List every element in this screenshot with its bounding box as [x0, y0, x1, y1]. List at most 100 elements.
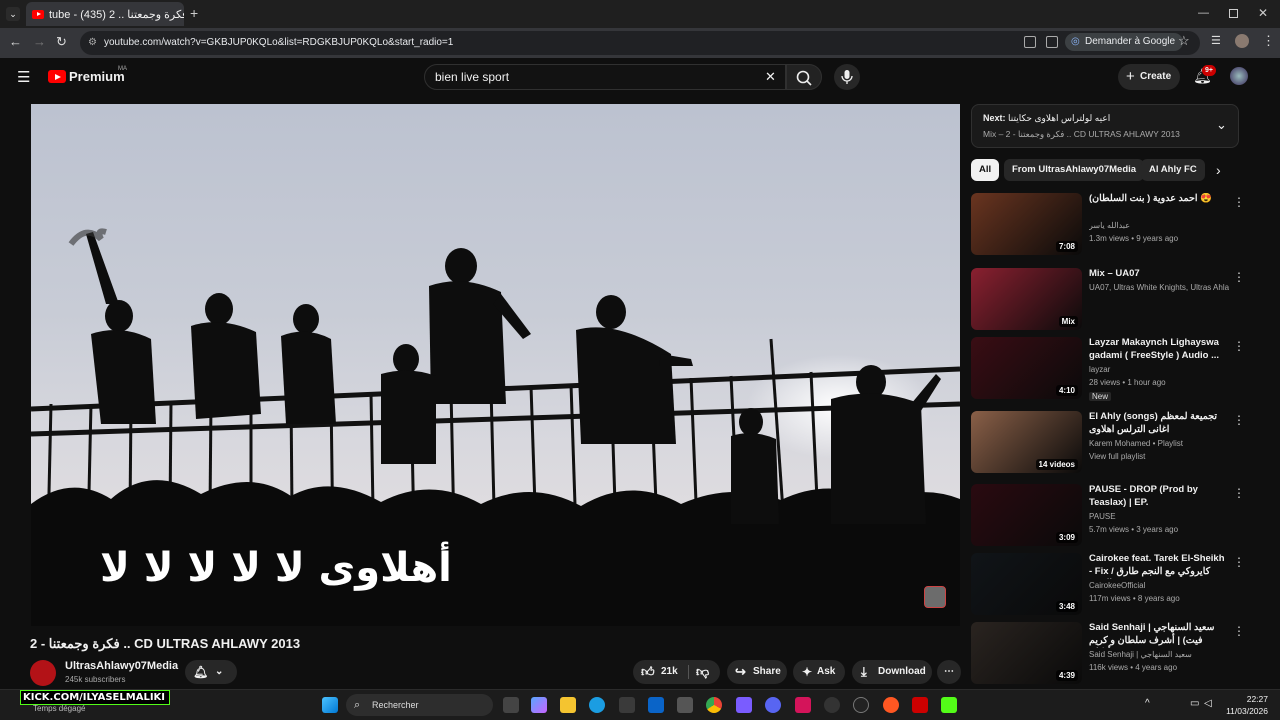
outlook-icon[interactable]: [648, 697, 664, 713]
close-window-icon[interactable]: ✕: [1258, 6, 1268, 20]
reading-list-icon[interactable]: ☰: [1211, 34, 1221, 47]
more-vertical-icon[interactable]: ⋮: [1233, 624, 1245, 638]
more-vertical-icon[interactable]: ⋮: [1233, 555, 1245, 569]
app-icon-3[interactable]: [795, 697, 811, 713]
youtube-premium-label[interactable]: Premium: [69, 69, 125, 84]
maximize-icon[interactable]: [1229, 9, 1238, 18]
new-tab-icon[interactable]: +: [190, 5, 198, 21]
recommendation-title[interactable]: El Ahly (songs) تجميعة لمعظم اغانى الترل…: [1089, 411, 1229, 436]
more-vertical-icon[interactable]: ⋮: [1233, 270, 1245, 284]
bookmark-star-icon[interactable]: ☆: [1178, 33, 1190, 49]
discord-icon[interactable]: [765, 697, 781, 713]
app-icon[interactable]: [677, 697, 693, 713]
more-actions-button[interactable]: ⋯: [937, 660, 961, 684]
more-vertical-icon[interactable]: ⋮: [1233, 486, 1245, 500]
dislike-icon[interactable]: 👎︎: [696, 660, 709, 684]
chip-all[interactable]: All: [971, 159, 1000, 181]
video-thumbnail[interactable]: Mix: [971, 268, 1082, 330]
video-thumbnail[interactable]: 3:09: [971, 484, 1082, 546]
clear-search-icon[interactable]: ✕: [765, 65, 776, 89]
channel-name[interactable]: UltrasAhlawy07Media: [65, 660, 178, 672]
video-thumbnail[interactable]: 7:08: [971, 193, 1082, 255]
system-clock[interactable]: 22:27 11/03/2026: [1222, 693, 1268, 717]
video-thumbnail[interactable]: 3:48: [971, 553, 1082, 615]
download-button[interactable]: ⤓ Download: [852, 660, 932, 684]
hamburger-menu-icon[interactable]: ☰: [17, 68, 30, 86]
channel-watermark-logo[interactable]: [924, 586, 946, 608]
tab-list-icon[interactable]: ⌄: [6, 7, 20, 21]
volume-icon[interactable]: ◁: [1204, 698, 1212, 709]
recommendation-item[interactable]: 3:48 Cairokee feat. Tarek El-Sheikh - Fix…: [971, 553, 1245, 619]
windows-start-icon[interactable]: [322, 697, 338, 713]
chip-al-ahly[interactable]: Al Ahly FC: [1141, 159, 1205, 181]
app-icon-7[interactable]: [941, 697, 957, 713]
youtube-logo-icon[interactable]: [48, 70, 66, 83]
tab-title: tube - فكرة وجمعتنا .. 2 (435): [49, 8, 184, 21]
video-thumbnail[interactable]: 4:10: [971, 337, 1082, 399]
share-button[interactable]: ↪ Share: [727, 660, 787, 684]
reload-icon[interactable]: ↻: [56, 34, 67, 50]
forward-icon[interactable]: →: [33, 34, 46, 49]
recommendation-title[interactable]: Cairokee feat. Tarek El-Sheikh - Fix / ك…: [1089, 553, 1229, 579]
video-thumbnail[interactable]: 14 videos: [971, 411, 1082, 473]
divider: [688, 665, 689, 679]
recommendation-item[interactable]: 3:09 PAUSE - DROP (Prod by Teaslax) | EP.…: [971, 484, 1245, 550]
more-vertical-icon[interactable]: ⋮: [1233, 413, 1245, 427]
up-next-panel[interactable]: Next: اعيه لولتراس اهلاوى حكايتنا Mix – …: [971, 104, 1239, 148]
expand-chevron-icon[interactable]: ⌄: [1216, 117, 1227, 133]
network-icon[interactable]: ▭: [1190, 698, 1199, 709]
chrome-menu-icon[interactable]: ⋮: [1262, 33, 1275, 49]
chip-from-channel[interactable]: From UltrasAhlawy07Media: [1004, 159, 1145, 181]
store-icon[interactable]: [619, 697, 635, 713]
like-icon[interactable]: 👍︎: [641, 660, 655, 684]
ask-google-button[interactable]: ◎ Demander à Google: [1065, 33, 1184, 51]
app-icon-5[interactable]: [883, 697, 899, 713]
video-thumbnail[interactable]: 4:39: [971, 622, 1082, 684]
app-icon-6[interactable]: [912, 697, 928, 713]
copilot-icon[interactable]: [531, 697, 547, 713]
search-input[interactable]: bien live sport ✕: [424, 64, 786, 90]
file-explorer-icon[interactable]: [560, 697, 576, 713]
channel-avatar[interactable]: [30, 660, 56, 686]
url-text: youtube.com/watch?v=GKBJUP0KQLo&list=RDG…: [104, 37, 454, 48]
minimize-icon[interactable]: —: [1198, 7, 1209, 19]
install-app-icon[interactable]: [1046, 36, 1058, 48]
recommendation-meta: 116k views • 4 years ago: [1089, 663, 1178, 672]
recommendation-item[interactable]: 4:39 Said Senhaji | سعيد السنهاجي فيت) | …: [971, 622, 1245, 688]
subscription-bell-button[interactable]: 🔔︎ ⌄: [185, 660, 237, 684]
browser-tab-active[interactable]: tube - فكرة وجمعتنا .. 2 (435) ✕: [26, 2, 184, 26]
more-vertical-icon[interactable]: ⋮: [1233, 339, 1245, 353]
app-icon-2[interactable]: [736, 697, 752, 713]
recommendation-title[interactable]: Said Senhaji | سعيد السنهاجي فيت) | أشرف…: [1089, 622, 1229, 648]
site-info-icon[interactable]: ⚙: [88, 31, 97, 55]
translate-icon[interactable]: [1024, 36, 1036, 48]
recommendation-title[interactable]: احمد عدوية ( بنت السلطان) 😍: [1089, 193, 1229, 206]
task-view-icon[interactable]: [503, 697, 519, 713]
tray-chevron-icon[interactable]: ^: [1145, 698, 1150, 709]
chips-next-icon[interactable]: ›: [1216, 162, 1221, 178]
recommendation-item[interactable]: Mix Mix – UA07 UA07, Ultras White Knights,…: [971, 268, 1245, 334]
recommendation-title[interactable]: Mix – UA07: [1089, 268, 1229, 281]
edge-icon[interactable]: [589, 697, 605, 713]
like-count[interactable]: 21k: [661, 660, 678, 684]
recommendation-item[interactable]: 7:08 احمد عدوية ( بنت السلطان) 😍 عبدالله ي…: [971, 193, 1245, 259]
recommendation-item[interactable]: 14 videos El Ahly (songs) تجميعة لمعظم اغ…: [971, 411, 1245, 477]
create-button[interactable]: + Create: [1118, 64, 1180, 90]
taskbar-search[interactable]: ⌕ Rechercher: [346, 694, 493, 716]
ask-button[interactable]: ✦ Ask: [793, 660, 845, 684]
recommendation-title[interactable]: Layzar Makaynch Lighayswa gadami ( FreeS…: [1089, 337, 1229, 362]
search-button[interactable]: [786, 64, 822, 90]
voice-search-button[interactable]: [834, 64, 860, 90]
video-title: 2 - فكرة وجمعتنا .. CD ULTRAS AHLAWY 201…: [30, 636, 301, 651]
profile-avatar[interactable]: [1235, 34, 1249, 48]
recommendation-item[interactable]: 4:10 Layzar Makaynch Lighayswa gadami ( F…: [971, 337, 1245, 403]
back-icon[interactable]: ←: [9, 34, 22, 49]
steam-icon[interactable]: [824, 697, 840, 713]
chrome-icon[interactable]: [706, 697, 722, 713]
create-label: Create: [1140, 71, 1172, 82]
app-icon-4[interactable]: [853, 697, 869, 713]
more-vertical-icon[interactable]: ⋮: [1233, 195, 1245, 209]
account-avatar[interactable]: [1230, 67, 1248, 85]
recommendation-title[interactable]: PAUSE - DROP (Prod by Teaslax) | EP. MET…: [1089, 484, 1229, 510]
ask-google-label: Demander à Google: [1085, 36, 1176, 47]
